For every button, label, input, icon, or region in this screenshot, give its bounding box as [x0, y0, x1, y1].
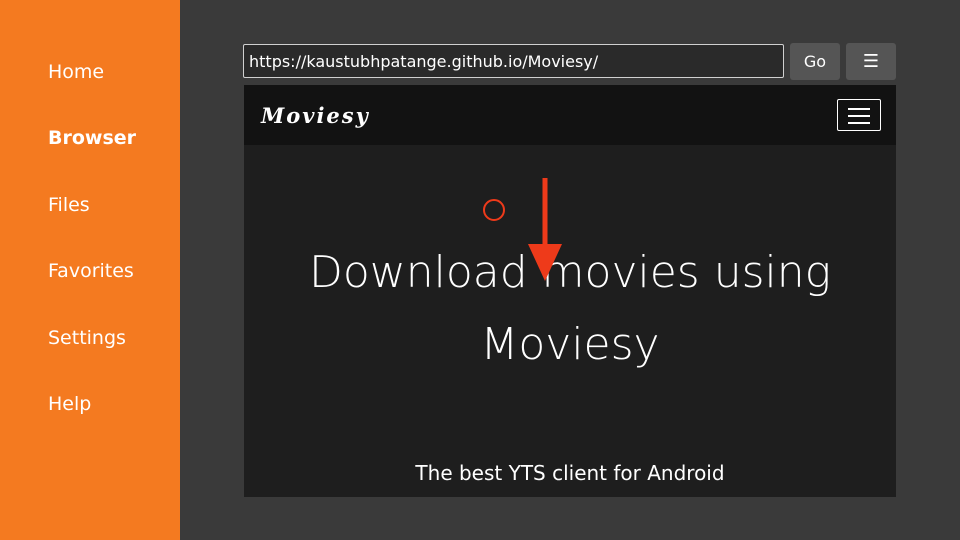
sidebar-item-files[interactable]: Files: [48, 194, 90, 216]
sidebar: Home Browser Files Favorites Settings He…: [0, 0, 180, 540]
site-brand-logo[interactable]: Moviesy: [261, 103, 370, 128]
hamburger-icon-bar: [848, 115, 870, 117]
site-menu-toggle[interactable]: [837, 99, 881, 131]
url-input[interactable]: [243, 44, 784, 78]
go-button[interactable]: Go: [790, 43, 840, 80]
hamburger-icon-bar: [848, 122, 870, 124]
web-view[interactable]: Moviesy Download movies using Moviesy Th…: [244, 85, 896, 497]
site-navbar: Moviesy: [244, 85, 896, 145]
menu-button[interactable]: ☰: [846, 43, 896, 80]
hero-title-line-1: Download movies using: [308, 247, 832, 298]
sidebar-item-settings[interactable]: Settings: [48, 327, 126, 349]
sidebar-item-help[interactable]: Help: [48, 393, 91, 415]
hamburger-icon: [848, 108, 870, 110]
hero-title: Download movies using Moviesy: [244, 237, 896, 381]
sidebar-item-favorites[interactable]: Favorites: [48, 260, 134, 282]
hero-title-line-2: Moviesy: [480, 319, 660, 370]
sidebar-item-home[interactable]: Home: [48, 61, 104, 83]
hero-subtitle: The best YTS client for Android: [415, 461, 725, 485]
sidebar-item-browser[interactable]: Browser: [48, 127, 136, 149]
